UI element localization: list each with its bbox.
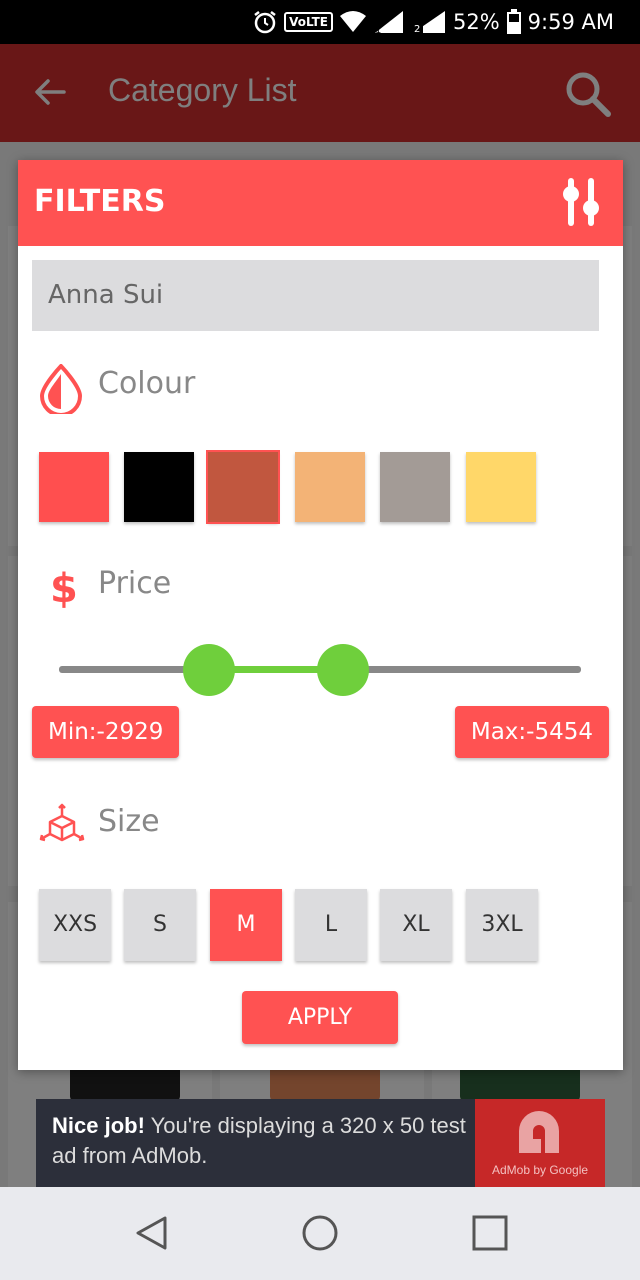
brand-field[interactable]: Anna Sui — [32, 260, 599, 331]
alarm-icon — [252, 9, 278, 35]
recents-square-icon[interactable] — [470, 1213, 510, 1253]
size-option-xxs[interactable]: XXS — [39, 889, 111, 961]
filters-dialog: FILTERS Anna Sui Colour $ Price Min:-292… — [18, 160, 623, 1070]
price-min-thumb[interactable] — [182, 644, 235, 696]
ad-banner[interactable]: Nice job! You're displaying a 320 x 50 t… — [36, 1099, 605, 1187]
size-label: Size — [98, 804, 160, 839]
signal-sim2-icon: 2 — [411, 9, 447, 35]
colour-swatch[interactable] — [380, 452, 450, 522]
battery-icon — [506, 9, 522, 35]
size-option-l[interactable]: L — [295, 889, 367, 961]
apply-button[interactable]: APPLY — [242, 991, 398, 1044]
wifi-icon — [339, 10, 367, 34]
sim1-label: 1 — [375, 25, 381, 35]
ad-bold-text: Nice job! — [52, 1113, 145, 1138]
colour-swatch[interactable] — [295, 452, 365, 522]
price-max-badge: Max:-5454 — [454, 706, 609, 758]
sim2-label: 2 — [414, 24, 420, 35]
ad-logo-caption: AdMob by Google — [491, 1163, 589, 1177]
colour-label: Colour — [98, 366, 196, 401]
price-min-badge: Min:-2929 — [32, 706, 180, 758]
dollar-icon: $ — [38, 564, 84, 612]
drop-icon — [38, 363, 84, 417]
colour-swatch[interactable] — [466, 452, 536, 522]
price-max-thumb[interactable] — [316, 644, 369, 696]
colour-swatch[interactable] — [39, 452, 109, 522]
sliders-icon[interactable] — [555, 176, 607, 228]
admob-logo: AdMob by Google — [475, 1099, 605, 1187]
size-option-s[interactable]: S — [124, 889, 196, 961]
size-option-xl[interactable]: XL — [380, 889, 452, 961]
clock: 9:59 AM — [527, 10, 614, 34]
status-bar: VoLTE 1 2 52% 9:59 AM — [0, 0, 640, 44]
admob-mark-icon — [513, 1109, 567, 1159]
volte-badge: VoLTE — [284, 12, 333, 32]
size-option-3xl[interactable]: 3XL — [466, 889, 538, 961]
ad-text: Nice job! You're displaying a 320 x 50 t… — [52, 1111, 472, 1171]
dialog-header: FILTERS — [18, 160, 623, 246]
colour-swatch[interactable] — [124, 452, 194, 522]
back-triangle-icon[interactable] — [132, 1213, 172, 1253]
system-nav-bar — [0, 1187, 640, 1280]
price-label: Price — [98, 566, 172, 601]
colour-swatch[interactable] — [206, 450, 280, 524]
dialog-title: FILTERS — [34, 184, 166, 219]
cube-icon — [38, 802, 85, 848]
size-option-m[interactable]: M — [210, 889, 282, 961]
battery-percent: 52% — [452, 10, 500, 34]
home-circle-icon[interactable] — [300, 1213, 340, 1253]
svg-text:$: $ — [50, 566, 78, 610]
signal-sim1-icon: 1 — [373, 9, 405, 35]
